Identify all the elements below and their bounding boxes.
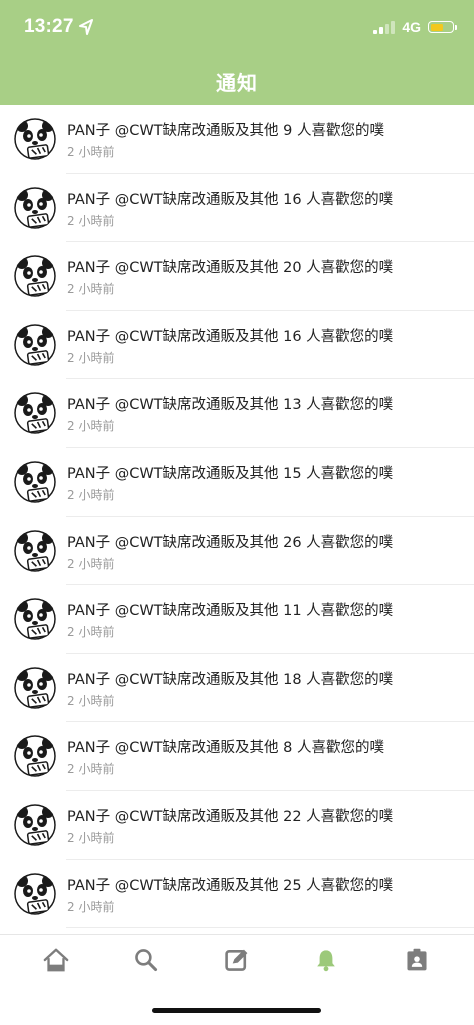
- notification-text: PAN子 @CWT缺席改通販及其他 22 人喜歡您的噗: [67, 808, 394, 825]
- panda-avatar-icon: [14, 735, 56, 778]
- notification-time: 2 小時前: [67, 830, 115, 845]
- notification-item[interactable]: PAN子 @CWT缺席改通販及其他 8 人喜歡您的噗 2 小時前: [0, 722, 474, 791]
- avatar[interactable]: [14, 392, 56, 435]
- avatar[interactable]: [14, 598, 56, 641]
- notification-text: PAN子 @CWT缺席改通販及其他 25 人喜歡您的噗: [67, 877, 394, 894]
- panda-avatar-icon: [14, 529, 56, 572]
- avatar[interactable]: [14, 735, 56, 778]
- notification-text: PAN子 @CWT缺席改通販及其他 26 人喜歡您的噗: [67, 534, 394, 551]
- panda-avatar-icon: [14, 804, 56, 846]
- notification-item[interactable]: PAN子 @CWT缺席改通販及其他 16 人喜歡您的噗 2 小時前: [0, 311, 474, 380]
- avatar[interactable]: [14, 255, 56, 298]
- avatar[interactable]: [14, 803, 56, 846]
- tab-notifications[interactable]: [311, 945, 341, 975]
- notification-time: 2 小時前: [67, 899, 115, 914]
- location-arrow-icon: [79, 19, 93, 35]
- bell-icon: [317, 950, 335, 972]
- notification-time: 2 小時前: [67, 282, 115, 297]
- panda-avatar-icon: [14, 667, 56, 709]
- tab-profile[interactable]: [402, 945, 432, 975]
- notification-text: PAN子 @CWT缺席改通販及其他 16 人喜歡您的噗: [67, 191, 394, 208]
- page-title: 通知: [216, 71, 258, 95]
- avatar[interactable]: [14, 460, 56, 503]
- notification-text: PAN子 @CWT缺席改通販及其他 9 人喜歡您的噗: [67, 123, 384, 139]
- notification-item[interactable]: PAN子 @CWT缺席改通販及其他 15 人喜歡您的噗 2 小時前: [0, 448, 474, 517]
- notification-time: 2 小時前: [67, 213, 115, 228]
- tab-home[interactable]: [41, 945, 71, 975]
- home-icon: [43, 948, 69, 972]
- search-icon: [135, 949, 158, 972]
- notification-time: 2 小時前: [67, 145, 115, 159]
- notification-list: PAN子 @CWT缺席改通販及其他 9 人喜歡您的噗 2 小時前 PAN子 @C…: [0, 105, 474, 928]
- notification-text: PAN子 @CWT缺席改通販及其他 18 人喜歡您的噗: [67, 671, 394, 688]
- panda-avatar-icon: [14, 324, 56, 366]
- panda-avatar-icon: [14, 598, 56, 640]
- avatar[interactable]: [14, 118, 56, 160]
- tab-compose[interactable]: [222, 945, 252, 975]
- notification-item[interactable]: PAN子 @CWT缺席改通販及其他 13 人喜歡您的噗 2 小時前: [0, 379, 474, 448]
- avatar[interactable]: [14, 323, 56, 366]
- notification-item[interactable]: PAN子 @CWT缺席改通販及其他 11 人喜歡您的噗 2 小時前: [0, 585, 474, 654]
- home-indicator[interactable]: [152, 1008, 321, 1013]
- notification-text: PAN子 @CWT缺席改通販及其他 15 人喜歡您的噗: [67, 465, 394, 482]
- notification-item[interactable]: PAN子 @CWT缺席改通販及其他 20 人喜歡您的噗 2 小時前: [0, 242, 474, 311]
- panda-avatar-icon: [14, 461, 56, 503]
- battery-icon: [428, 21, 457, 33]
- cellular-signal-icon: [373, 20, 396, 34]
- notification-time: 2 小時前: [67, 350, 115, 365]
- notification-time: 2 小時前: [67, 762, 115, 777]
- tab-search[interactable]: [131, 945, 161, 975]
- status-time: 13:27: [24, 16, 74, 37]
- panda-avatar-icon: [14, 118, 56, 160]
- notification-text: PAN子 @CWT缺席改通販及其他 13 人喜歡您的噗: [67, 397, 394, 414]
- notification-text: PAN子 @CWT缺席改通販及其他 16 人喜歡您的噗: [67, 328, 394, 345]
- notification-item[interactable]: PAN子 @CWT缺席改通販及其他 18 人喜歡您的噗 2 小時前: [0, 654, 474, 723]
- notification-time: 2 小時前: [67, 625, 115, 640]
- top-bar: 13:27 4G 通知: [0, 0, 474, 105]
- avatar[interactable]: [14, 666, 56, 709]
- notification-time: 2 小時前: [67, 556, 115, 571]
- notification-time: 2 小時前: [67, 693, 115, 708]
- profile-card-icon: [407, 948, 427, 971]
- notification-item[interactable]: PAN子 @CWT缺席改通販及其他 16 人喜歡您的噗 2 小時前: [0, 174, 474, 243]
- compose-icon: [225, 949, 248, 971]
- avatar[interactable]: [14, 872, 56, 915]
- panda-avatar-icon: [14, 392, 56, 435]
- notification-item[interactable]: PAN子 @CWT缺席改通販及其他 9 人喜歡您的噗 2 小時前: [0, 105, 474, 174]
- notification-time: 2 小時前: [67, 419, 115, 434]
- notification-item[interactable]: PAN子 @CWT缺席改通販及其他 25 人喜歡您的噗 2 小時前: [0, 860, 474, 929]
- avatar[interactable]: [14, 186, 56, 229]
- notification-text: PAN子 @CWT缺席改通販及其他 20 人喜歡您的噗: [67, 260, 394, 277]
- panda-avatar-icon: [14, 186, 56, 229]
- panda-avatar-icon: [14, 255, 56, 297]
- notification-text: PAN子 @CWT缺席改通販及其他 11 人喜歡您的噗: [67, 603, 394, 620]
- avatar[interactable]: [14, 529, 56, 572]
- notification-item[interactable]: PAN子 @CWT缺席改通販及其他 26 人喜歡您的噗 2 小時前: [0, 517, 474, 586]
- status-indicators: 4G: [373, 19, 457, 35]
- notification-text: PAN子 @CWT缺席改通販及其他 8 人喜歡您的噗: [67, 740, 384, 757]
- notification-time: 2 小時前: [67, 487, 115, 502]
- network-type: 4G: [402, 19, 421, 35]
- panda-avatar-icon: [14, 872, 56, 915]
- notification-item[interactable]: PAN子 @CWT缺席改通販及其他 22 人喜歡您的噗 2 小時前: [0, 791, 474, 860]
